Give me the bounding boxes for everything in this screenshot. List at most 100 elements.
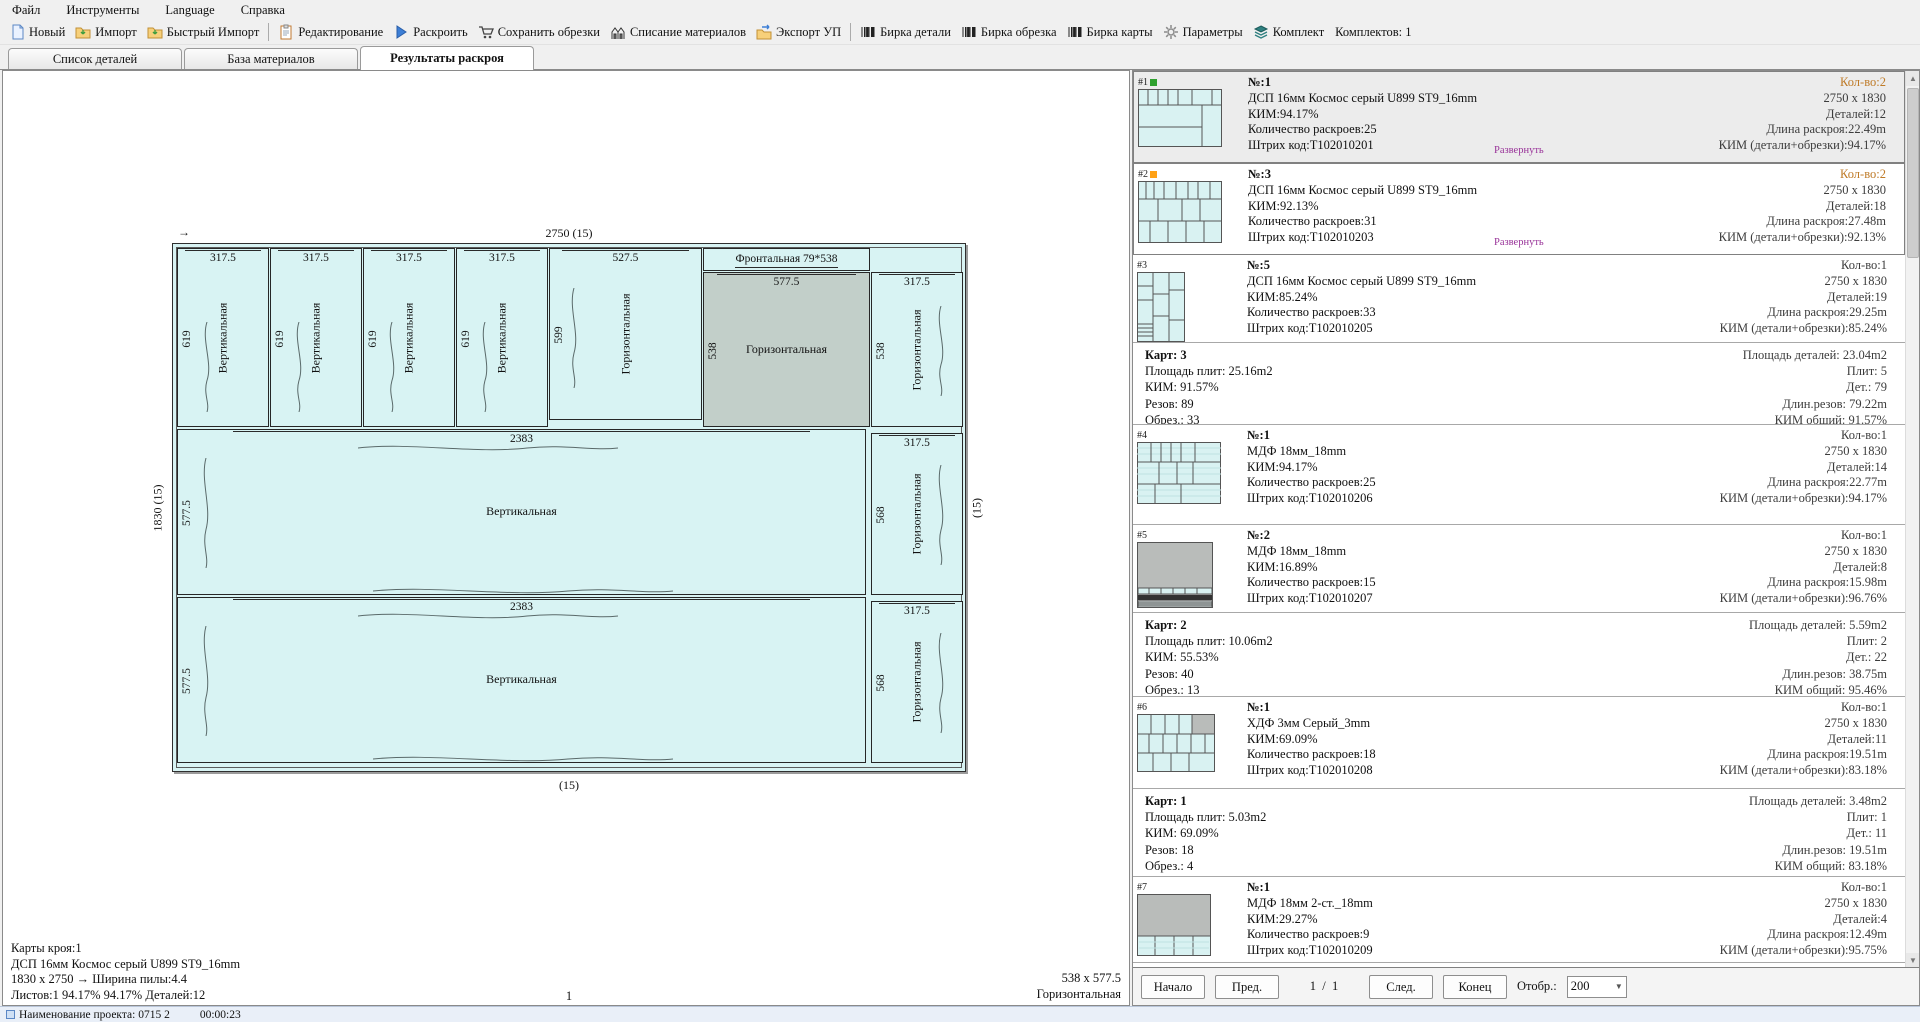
display-count-select[interactable]: 200▼: [1567, 976, 1627, 998]
map-material: МДФ 18мм 2-ст._18mm: [1247, 896, 1647, 912]
map-kim: КИМ:69.09%: [1247, 732, 1647, 748]
map-stat-line: Длина раскроя:29.25m: [1647, 305, 1887, 321]
panel-label: Горизонтальная: [618, 294, 633, 375]
toolbar-button-edit-clipboard[interactable]: Редактирование: [273, 22, 388, 42]
toolbar-button-barcode[interactable]: Бирка детали: [855, 22, 956, 42]
cut-panel[interactable]: 317.5619Вертикальная: [177, 248, 269, 427]
map-stat-line: Деталей:19: [1647, 290, 1887, 306]
expand-link[interactable]: Развернуть: [1494, 143, 1544, 159]
menu-language[interactable]: Language: [165, 3, 214, 18]
material-summary: Карт: 3Площадь плит: 25.16m2КИМ: 91.57%Р…: [1133, 343, 1905, 425]
page-next-button[interactable]: След.: [1369, 975, 1433, 999]
toolbar-button-gear[interactable]: Параметры: [1158, 22, 1248, 42]
panel-label: Вертикальная: [216, 302, 231, 373]
menu-file[interactable]: Файл: [12, 3, 40, 18]
cut-panel[interactable]: 317.5538Горизонтальная: [871, 272, 963, 427]
cut-strip[interactable]: Фронтальная 79*538: [703, 248, 870, 271]
map-index-marker: #7: [1137, 880, 1247, 894]
map-details: №:5ДСП 16мм Космос серый U899 ST9_16mmКИ…: [1247, 258, 1647, 342]
map-number: №:3: [1248, 167, 1646, 183]
map-stat-line: Кол-во:1: [1647, 700, 1887, 716]
summary-right: Площадь деталей: 23.04m2Плит: 5Дет.: 79Д…: [1743, 347, 1887, 425]
toolbar-button-label: Раскроить: [413, 25, 467, 40]
toolbar-button-run[interactable]: Раскроить: [388, 22, 472, 42]
menu-tools[interactable]: Инструменты: [66, 3, 139, 18]
writeoff-icon: [610, 24, 626, 40]
map-thumbnail-column: #1: [1138, 75, 1248, 162]
map-cuts-count: Количество раскроев:25: [1247, 475, 1647, 491]
toolbar-button-kit[interactable]: Комплект: [1248, 22, 1329, 42]
map-list-item[interactable]: #1 №:1ДСП 16мм Космос серый U899 ST9_16m…: [1133, 71, 1905, 163]
toolbar-button-export[interactable]: Экспорт УП: [751, 22, 846, 42]
toolbar-button-new-document[interactable]: Новый: [4, 22, 70, 42]
map-thumbnail: [1137, 493, 1221, 507]
cut-panel[interactable]: 317.5568Горизонтальная: [871, 433, 963, 595]
map-index-marker: #4: [1137, 428, 1247, 442]
expand-link[interactable]: Развернуть: [1494, 235, 1544, 251]
kit-icon: [1253, 24, 1269, 40]
map-stat-line: 2750 x 1830: [1647, 544, 1887, 560]
map-list-item[interactable]: #4 №:1МДФ 18мм_18mmКИМ:94.17%Количество …: [1133, 425, 1905, 525]
toolbar-button-barcode[interactable]: Бирка карты: [1062, 22, 1158, 42]
cutting-map-canvas[interactable]: 317.5619Вертикальная317.5619Вертикальная…: [2, 70, 1130, 1006]
map-thumbnail-column: #6: [1137, 700, 1247, 788]
map-stat-line: 2750 x 1830: [1647, 716, 1887, 732]
cut-panel[interactable]: 2383577.5Вертикальная: [177, 429, 866, 595]
map-right-stats: Кол-во:22750 x 1830Деталей:18Длина раскр…: [1646, 167, 1886, 254]
cut-panel[interactable]: 317.5619Вертикальная: [456, 248, 548, 427]
map-list-item[interactable]: #2 №:3ДСП 16мм Космос серый U899 ST9_16m…: [1133, 163, 1905, 255]
map-details: №:1МДФ 18мм 2-ст._18mmКИМ:29.27%Количест…: [1247, 880, 1647, 962]
cut-panel[interactable]: 577.5538Горизонтальная: [703, 272, 870, 427]
page-last-button[interactable]: Конец: [1443, 975, 1507, 999]
map-list-item[interactable]: #6 №:1ХДФ 3мм Серый_3mmКИМ:69.09%Количес…: [1133, 697, 1905, 789]
map-material: ДСП 16мм Космос серый U899 ST9_16mm: [1248, 183, 1646, 199]
cut-panel[interactable]: 2383577.5Вертикальная: [177, 597, 866, 763]
map-stat-line: Длина раскроя:19.51m: [1647, 747, 1887, 763]
menu-help[interactable]: Справка: [241, 3, 285, 18]
cut-panel[interactable]: 527.5599Горизонтальная: [549, 248, 702, 420]
toolbar-button-barcode[interactable]: Бирка обрезка: [956, 22, 1062, 42]
panel-height-dim: 619: [181, 330, 193, 347]
sheet-right-trim-label: (15): [970, 498, 985, 518]
map-stat-line: КИМ (детали+обрезки):94.17%: [1647, 491, 1887, 507]
summary-line: Площадь плит: 25.16m2: [1145, 363, 1273, 379]
map-barcode: Штрих код:T102010205: [1247, 321, 1647, 337]
map-stat-line: 2750 x 1830: [1646, 183, 1886, 199]
map-stat-line: КИМ (детали+обрезки):85.24%: [1647, 321, 1887, 337]
map-thumbnail-column: #2: [1138, 167, 1248, 254]
toolbar-button-label: Бирка обрезка: [981, 25, 1057, 40]
scroll-down-icon[interactable]: ▼: [1906, 953, 1920, 968]
sidebar-scrollbar[interactable]: ▲ ▼: [1905, 71, 1919, 968]
cut-panel[interactable]: 317.5619Вертикальная: [363, 248, 455, 427]
summary-line: КИМ: 91.57%: [1145, 379, 1273, 395]
map-right-stats: Кол-во:12750 x 1830Деталей:4Длина раскро…: [1647, 880, 1887, 962]
grain-wave-mark: [936, 306, 946, 401]
summary-line: Плит: 1: [1749, 809, 1887, 825]
tab-materials-db[interactable]: База материалов: [184, 48, 358, 69]
summary-line: Длин.резов: 79.22m: [1743, 396, 1887, 412]
page-indicator: 1 / 1: [1289, 979, 1359, 994]
map-stat-line: Деталей:14: [1647, 460, 1887, 476]
toolbar-button-writeoff[interactable]: Списание материалов: [605, 22, 751, 42]
panel-label: Фронтальная 79*538: [735, 252, 837, 268]
tab-cutting-results[interactable]: Результаты раскроя: [360, 46, 534, 70]
page-first-button[interactable]: Начало: [1141, 975, 1205, 999]
map-list-item[interactable]: #5 №:2МДФ 18мм_18mmКИМ:16.89%Количество …: [1133, 525, 1905, 613]
map-list-item[interactable]: #7 №:1МДФ 18мм 2-ст._18mmКИМ:29.27%Колич…: [1133, 877, 1905, 963]
page-prev-button[interactable]: Пред.: [1215, 975, 1279, 999]
scrollbar-thumb[interactable]: [1907, 88, 1919, 258]
map-stat-line: 2750 x 1830: [1647, 444, 1887, 460]
map-cuts-count: Количество раскроев:18: [1247, 747, 1647, 763]
map-details: №:3ДСП 16мм Космос серый U899 ST9_16mmКИ…: [1248, 167, 1646, 254]
cut-panel[interactable]: 317.5568Горизонтальная: [871, 601, 963, 763]
map-stat-line: 2750 x 1830: [1647, 896, 1887, 912]
toolbar-button-label: Списание материалов: [630, 25, 746, 40]
toolbar-button-cart[interactable]: Сохранить обрезки: [473, 22, 605, 42]
cut-panel[interactable]: 317.5619Вертикальная: [270, 248, 362, 427]
toolbar-button-import-folder[interactable]: Импорт: [70, 22, 141, 42]
toolbar-button-import-folder[interactable]: Быстрый Импорт: [142, 22, 265, 42]
tab-parts-list[interactable]: Список деталей: [8, 48, 182, 69]
scroll-up-icon[interactable]: ▲: [1906, 71, 1920, 86]
map-thumbnail-column: #3: [1137, 258, 1247, 342]
map-list-item[interactable]: #3 №:5ДСП 16мм Космос серый U899 ST9_16m…: [1133, 255, 1905, 343]
